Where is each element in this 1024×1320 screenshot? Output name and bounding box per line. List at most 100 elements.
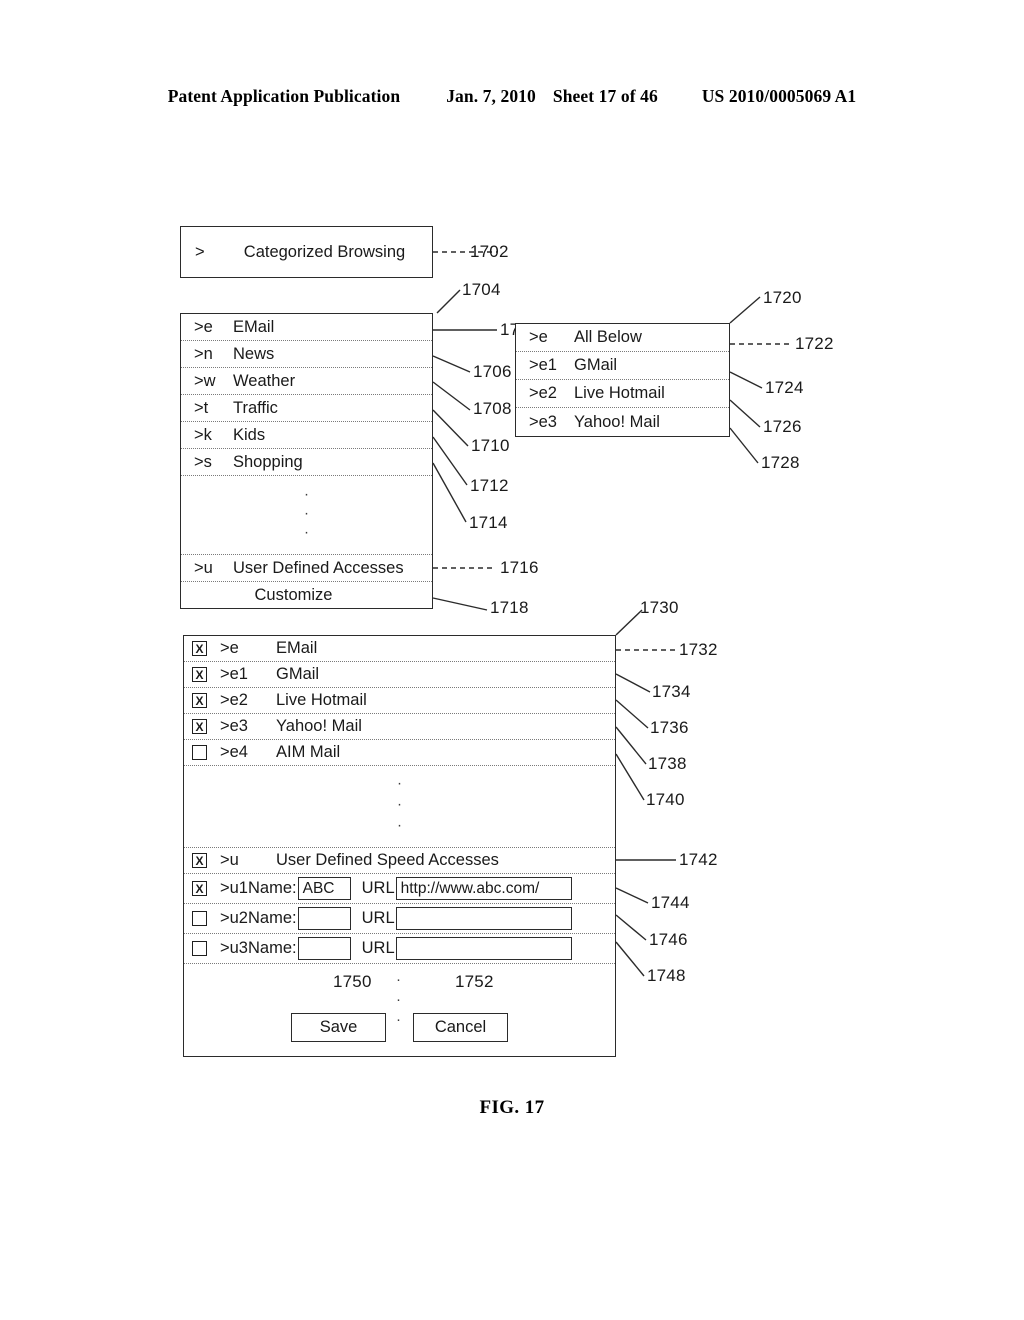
submenu-item-all-below-label: All Below [574,328,642,346]
checkbox-yahoo-mail[interactable]: X [192,719,207,734]
menu-item-email[interactable]: >e EMail [181,314,432,341]
menu-ellipsis-dot-3: · [304,523,309,541]
url-input-u1[interactable]: http://www.abc.com/ [395,877,572,900]
ref-1736: 1736 [650,718,689,737]
customize-row-live-hotmail[interactable]: X >e2 Live Hotmail [184,688,615,714]
user-defined-row-u1-key: >u1 [220,879,248,897]
menu-item-shopping-label: Shopping [233,452,303,471]
menu-item-news[interactable]: >n News [181,341,432,368]
customize-row-yahoo-mail-key: >e3 [220,717,248,735]
menu-item-weather-label: Weather [233,371,296,390]
user-defined-row-u2[interactable]: >u2 Name: URL [184,904,615,934]
ref-1716: 1716 [500,558,539,577]
submenu-item-gmail-label: GMail [574,356,618,374]
submenu-item-gmail-key: >e1 [529,356,557,374]
categorized-browsing-key: > [195,242,205,261]
menu-item-user-defined-accesses[interactable]: >u User Defined Accesses [181,555,432,582]
submenu-item-gmail[interactable]: >e1 GMail [516,352,729,380]
dialog-ellipsis-region: · · · [396,972,401,1032]
menu-item-traffic[interactable]: >t Traffic [181,395,432,422]
submenu-item-live-hotmail-label: Live Hotmail [574,384,665,402]
submenu-item-live-hotmail[interactable]: >e2 Live Hotmail [516,380,729,408]
ref-1738: 1738 [648,754,687,773]
ref-1728: 1728 [761,453,800,472]
user-defined-row-u3-key: >u3 [220,939,248,957]
submenu-item-yahoo-mail-key: >e3 [529,412,557,431]
name-input-u3[interactable] [297,937,351,960]
ref-1740: 1740 [646,790,685,809]
category-menu-list[interactable]: >e EMail >n News >w Weather >t Traffic >… [180,313,433,609]
customize-row-user-defined-key: >u [220,851,239,869]
customize-row-yahoo-mail[interactable]: X >e3 Yahoo! Mail [184,714,615,740]
url-input-u3[interactable] [395,937,572,960]
dialog-ellipsis-dot-3: · [396,1011,401,1028]
checkbox-u2[interactable] [192,911,207,926]
menu-ellipsis-dot-1: · [304,485,309,503]
submenu-item-yahoo-mail-label: Yahoo! Mail [574,412,660,431]
menu-item-kids[interactable]: >k Kids [181,422,432,449]
ref-1746: 1746 [649,930,688,949]
customize-row-aim-mail-label: AIM Mail [276,743,341,761]
save-button[interactable]: Save [291,1013,386,1042]
ref-1708: 1708 [473,399,512,418]
ref-1742: 1742 [679,850,718,869]
checkbox-email[interactable]: X [192,641,207,656]
customize-row-user-defined-header[interactable]: X >u User Defined Speed Accesses [184,848,615,874]
customize-row-aim-mail-key: >e4 [220,743,248,761]
categorized-browsing-row[interactable]: > Categorized Browsing [181,227,432,277]
user-defined-row-u1[interactable]: X >u1 Name: ABC URL http://www.abc.com/ [184,874,615,904]
menu-item-customize-label: Customize [254,586,333,604]
checkbox-u3[interactable] [192,941,207,956]
menu-item-news-key: >n [194,344,213,363]
customize-dialog[interactable]: X >e EMail X >e1 GMail X >e2 Live Hotmai… [183,635,616,1057]
customize-row-yahoo-mail-label: Yahoo! Mail [276,717,362,735]
menu-item-weather[interactable]: >w Weather [181,368,432,395]
ref-1732: 1732 [679,640,718,659]
menu-item-customize[interactable]: Customize [181,582,432,609]
name-input-u2[interactable] [297,907,351,930]
customize-row-live-hotmail-key: >e2 [220,691,248,709]
customize-ellipsis-dot-3: · [397,816,402,833]
ref-1748: 1748 [647,966,686,985]
ref-1744: 1744 [651,893,690,912]
menu-item-kids-key: >k [194,425,212,444]
submenu-item-all-below[interactable]: >e All Below [516,324,729,352]
ref-1704: 1704 [462,280,501,299]
categorized-browsing-label: Categorized Browsing [243,242,406,261]
ref-1734: 1734 [652,682,691,701]
submenu-item-yahoo-mail[interactable]: >e3 Yahoo! Mail [516,408,729,436]
ref-1712: 1712 [470,476,509,495]
checkbox-gmail[interactable]: X [192,667,207,682]
customize-row-gmail-key: >e1 [220,665,248,683]
name-label-u3: Name: [248,939,297,957]
checkbox-live-hotmail[interactable]: X [192,693,207,708]
url-label-u2: URL [361,909,395,927]
menu-item-user-defined-label: User Defined Accesses [233,558,404,577]
customize-row-aim-mail[interactable]: >e4 AIM Mail [184,740,615,766]
categorized-browsing-bar[interactable]: > Categorized Browsing [180,226,433,278]
ref-1718: 1718 [490,598,529,617]
customize-row-email[interactable]: X >e EMail [184,636,615,662]
menu-item-email-key: >e [194,317,213,336]
customize-row-email-key: >e [220,639,239,657]
checkbox-user-defined[interactable]: X [192,853,207,868]
url-input-u2[interactable] [395,907,572,930]
user-defined-row-u3[interactable]: >u3 Name: URL [184,934,615,964]
dialog-button-zone: · · · Save Cancel [184,964,615,1056]
name-label-u2: Name: [248,909,297,927]
customize-row-gmail[interactable]: X >e1 GMail [184,662,615,688]
customize-row-gmail-label: GMail [276,665,320,683]
name-input-u1[interactable]: ABC [297,877,351,900]
menu-item-shopping[interactable]: >s Shopping [181,449,432,476]
menu-item-email-label: EMail [233,317,275,336]
menu-item-shopping-key: >s [194,452,212,471]
dialog-ellipsis-dot-2: · [396,991,401,1008]
ref-1726: 1726 [763,417,802,436]
dialog-ellipsis-dot-1: · [396,971,401,988]
email-submenu-list[interactable]: >e All Below >e1 GMail >e2 Live Hotmail … [515,323,730,437]
checkbox-aim-mail[interactable] [192,745,207,760]
customize-row-live-hotmail-label: Live Hotmail [276,691,367,709]
checkbox-u1[interactable]: X [192,881,207,896]
user-defined-row-u2-key: >u2 [220,909,248,927]
cancel-button[interactable]: Cancel [413,1013,508,1042]
